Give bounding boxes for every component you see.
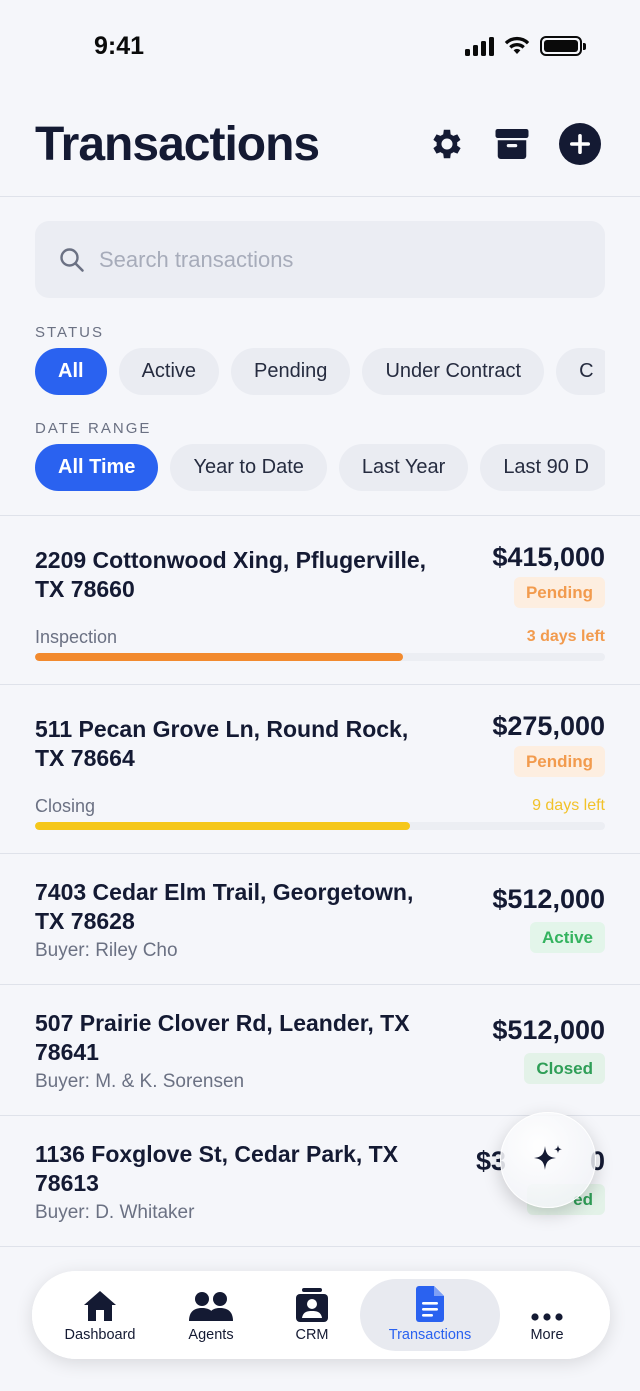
transaction-row[interactable]: 507 Prairie Clover Rd, Leander, TX 78641…: [0, 985, 640, 1116]
archive-button[interactable]: [490, 122, 534, 166]
tab-dashboard[interactable]: Dashboard: [44, 1279, 156, 1351]
tab-label: Transactions: [388, 1327, 472, 1343]
status-chip-active[interactable]: Active: [118, 348, 220, 395]
tab-crm[interactable]: CRM: [266, 1279, 358, 1351]
tab-transactions[interactable]: Transactions: [360, 1279, 500, 1351]
document-icon: [416, 1286, 444, 1322]
transaction-stage: Inspection: [35, 627, 118, 647]
transaction-address: 511 Pecan Grove Ln, Round Rock, TX 78664: [35, 716, 409, 771]
status-filter-chips: All Active Pending Under Contract C: [35, 348, 605, 396]
status-time: 9:41: [94, 32, 145, 60]
status-chip-under-contract[interactable]: Under Contract: [362, 348, 545, 395]
status-filter-label: STATUS: [35, 324, 104, 341]
progress-fill: [35, 653, 403, 661]
people-icon: [189, 1292, 233, 1321]
date-chip-year-to-date[interactable]: Year to Date: [170, 444, 327, 491]
transaction-stage: Closing: [35, 796, 96, 816]
progress-track: [35, 822, 605, 830]
sparkle-icon: [534, 1145, 562, 1170]
search-input[interactable]: [99, 246, 559, 273]
status-bar: 9:41: [0, 0, 640, 90]
cellular-signal-icon: [465, 36, 494, 56]
tab-label: Agents: [188, 1327, 234, 1343]
status-chip-closed[interactable]: C: [556, 348, 605, 395]
status-icons: [465, 36, 586, 56]
transaction-row[interactable]: 7403 Cedar Elm Trail, Georgetown, TX 786…: [0, 854, 640, 985]
archive-icon: [495, 129, 529, 159]
transaction-address: 2209 Cottonwood Xing, Pflugerville, TX 7…: [35, 547, 427, 602]
transaction-address: 7403 Cedar Elm Trail, Georgetown, TX 786…: [35, 879, 414, 934]
header: Transactions: [0, 95, 640, 197]
days-left: 3 days left: [526, 628, 605, 645]
transaction-row[interactable]: 511 Pecan Grove Ln, Round Rock, TX 78664…: [0, 685, 640, 854]
transaction-address: 507 Prairie Clover Rd, Leander, TX 78641: [35, 1010, 410, 1065]
status-badge: Active: [529, 922, 605, 953]
transaction-price: $512,000: [492, 884, 605, 914]
tab-bar: Dashboard Agents CRM Transactions More: [32, 1271, 610, 1359]
transaction-price: $415,000: [492, 542, 605, 572]
battery-icon: [540, 36, 586, 56]
progress-track: [35, 653, 605, 661]
buyer-name: Buyer: D. Whitaker: [35, 1202, 195, 1223]
buyer-name: Buyer: Riley Cho: [35, 940, 178, 961]
tab-label: Dashboard: [64, 1327, 136, 1343]
status-badge: Pending: [513, 577, 605, 608]
search-icon: [60, 247, 84, 272]
date-chip-last-90-days[interactable]: Last 90 D: [480, 444, 605, 491]
date-chip-all-time[interactable]: All Time: [35, 444, 159, 491]
tab-label: CRM: [295, 1327, 329, 1343]
date-chip-last-year[interactable]: Last Year: [338, 444, 469, 491]
add-transaction-button[interactable]: [558, 122, 602, 166]
status-chip-all[interactable]: All: [35, 348, 107, 395]
tab-agents[interactable]: Agents: [160, 1279, 262, 1351]
plus-circle-icon: [559, 123, 601, 165]
ellipsis-icon: [531, 1313, 563, 1321]
transaction-price: $275,000: [492, 711, 605, 741]
transaction-address: 1136 Foxglove St, Cedar Park, TX 78613: [35, 1141, 399, 1196]
page-title: Transactions: [35, 118, 320, 171]
tab-more[interactable]: More: [502, 1279, 592, 1351]
days-left: 9 days left: [532, 797, 605, 814]
ai-assistant-button[interactable]: [500, 1112, 596, 1208]
settings-button[interactable]: [425, 122, 469, 166]
home-icon: [84, 1291, 116, 1321]
date-range-filter-label: DATE RANGE: [35, 420, 152, 437]
tab-label: More: [530, 1327, 564, 1343]
status-badge: Closed: [524, 1053, 605, 1084]
wifi-icon: [504, 36, 530, 54]
status-chip-pending[interactable]: Pending: [231, 348, 351, 395]
status-badge: Pending: [513, 746, 605, 777]
buyer-name: Buyer: M. & K. Sorensen: [35, 1071, 245, 1092]
progress-fill: [35, 822, 411, 830]
date-range-filter-chips: All Time Year to Date Last Year Last 90 …: [35, 444, 605, 492]
transaction-price: $512,000: [492, 1015, 605, 1045]
search-bar[interactable]: [35, 221, 605, 298]
gear-icon: [433, 129, 461, 159]
contact-card-icon: [296, 1288, 328, 1322]
transaction-row[interactable]: 2209 Cottonwood Xing, Pflugerville, TX 7…: [0, 516, 640, 685]
